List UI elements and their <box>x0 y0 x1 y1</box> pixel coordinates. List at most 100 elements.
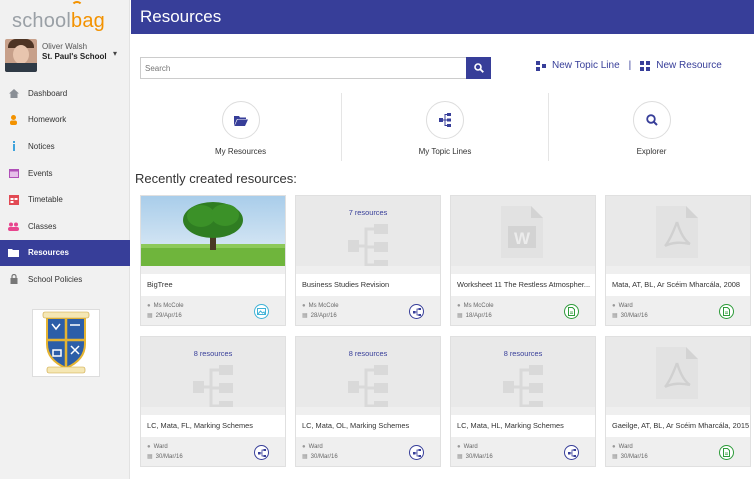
image-badge-icon[interactable] <box>254 304 269 319</box>
resource-count: 7 resources <box>348 208 388 217</box>
resource-card[interactable]: BigTree ● Ms McCole ▦ 29/Apr/16 <box>140 195 286 326</box>
user-menu[interactable]: Oliver Walsh St. Paul's School ▾ <box>5 39 125 73</box>
search-icon <box>473 63 484 73</box>
sidebar-item-label: Resources <box>28 248 69 258</box>
user-name: Oliver Walsh <box>42 42 88 51</box>
timetable-icon <box>8 194 19 205</box>
search-button[interactable] <box>466 57 491 79</box>
quick-link-my-resources[interactable]: My Resources <box>140 93 341 161</box>
document-badge-icon[interactable] <box>719 445 734 460</box>
resource-title[interactable]: Mata, AT, BL, Ar Scéim Mharcála, 2008 <box>606 274 750 296</box>
quick-links: My Resources My Topic Lines Explorer <box>140 93 754 161</box>
topic-line-badge-icon[interactable] <box>409 445 424 460</box>
resource-date: 30/Mar/16 <box>620 313 648 319</box>
resource-meta: ● Ms McCole ▦ 29/Apr/16 <box>147 301 184 321</box>
page-header: Resources <box>131 0 754 34</box>
resource-meta: ● Ms McCole ▦ 18/Apr/16 <box>457 301 494 321</box>
resource-card[interactable]: Mata, AT, BL, Ar Scéim Mharcála, 2008 ● Wa… <box>605 195 751 326</box>
user-icon: ● <box>612 444 616 450</box>
new-topic-line-button[interactable]: New Topic Line <box>536 60 620 71</box>
resource-author: Ms McCole <box>308 303 339 309</box>
resource-meta: ● Ward ▦ 30/Mar/16 <box>612 301 648 321</box>
folder-open-icon <box>221 101 260 139</box>
resource-card[interactable]: 8 resources LC, Mata, FL, Marking Schemes… <box>140 336 286 467</box>
page-title: Resources <box>140 7 222 26</box>
calendar-icon: ▦ <box>147 454 153 460</box>
sidebar-item-resources[interactable]: Resources <box>0 239 130 267</box>
resource-title[interactable]: Worksheet 11 The Restless Atmospher... <box>451 274 595 296</box>
person-icon <box>8 114 19 125</box>
topic-tree-icon <box>193 365 233 407</box>
resource-count: 8 resources <box>193 349 233 358</box>
actions-separator: | <box>628 60 632 71</box>
sidebar-item-school-policies[interactable]: School Policies <box>0 266 130 293</box>
resource-title[interactable]: BigTree <box>141 274 285 296</box>
section-title: Recently created resources: <box>135 171 297 186</box>
resource-title[interactable]: LC, Mata, OL, Marking Schemes <box>296 415 440 437</box>
quick-link-explorer[interactable]: Explorer <box>549 93 754 161</box>
sidebar-item-label: Events <box>28 168 53 178</box>
quick-link-label: Explorer <box>636 147 667 156</box>
sidebar-nav: Dashboard Homework Notices Events Timeta… <box>0 80 130 293</box>
resource-count: 8 resources <box>348 349 388 358</box>
resource-meta: ● Ward ▦ 30/Mar/16 <box>457 442 493 462</box>
sidebar-item-homework[interactable]: Homework <box>0 107 130 134</box>
resource-card[interactable]: 8 resources LC, Mata, OL, Marking Schemes… <box>295 336 441 467</box>
resource-card[interactable]: 7 resources Business Studies Revision ● Ms … <box>295 195 441 326</box>
topic-line-thumbnail: 8 resources <box>451 337 595 407</box>
resource-meta: ● Ward ▦ 30/Mar/16 <box>302 442 338 462</box>
resource-card[interactable]: W Worksheet 11 The Restless Atmospher... ●… <box>450 195 596 326</box>
app-root: schoolb ag Oliver Walsh St. Paul's School… <box>0 0 754 479</box>
resource-author: Ward <box>153 444 168 450</box>
sidebar-item-classes[interactable]: Classes <box>0 213 130 240</box>
resource-card[interactable]: 8 resources LC, Mata, HL, Marking Schemes… <box>450 336 596 467</box>
resource-author: Ward <box>308 444 323 450</box>
grid-icon <box>640 60 651 71</box>
quick-link-my-topic-lines[interactable]: My Topic Lines <box>342 93 548 161</box>
topic-line-badge-icon[interactable] <box>409 304 424 319</box>
calendar-icon <box>8 168 19 179</box>
document-badge-icon[interactable] <box>564 304 579 319</box>
topic-line-badge-icon[interactable] <box>254 445 269 460</box>
topic-line-thumbnail: 8 resources <box>296 337 440 407</box>
school-crest-logo <box>32 309 100 377</box>
schoolbag-logo[interactable]: schoolb ag <box>12 1 105 34</box>
sidebar-item-notices[interactable]: Notices <box>0 133 130 160</box>
new-topic-line-label: New Topic Line <box>552 60 620 71</box>
chevron-down-icon[interactable]: ▾ <box>113 49 117 58</box>
sidebar-item-events[interactable]: Events <box>0 160 130 187</box>
document-badge-icon[interactable] <box>719 304 734 319</box>
sidebar-item-label: Timetable <box>28 195 63 205</box>
resource-title[interactable]: LC, Mata, HL, Marking Schemes <box>451 415 595 437</box>
calendar-icon: ▦ <box>302 313 308 319</box>
user-icon: ● <box>147 444 151 450</box>
topic-line-thumbnail: 7 resources <box>296 196 440 266</box>
topic-tree-icon <box>426 101 464 139</box>
resource-title[interactable]: LC, Mata, FL, Marking Schemes <box>141 415 285 437</box>
topic-line-badge-icon[interactable] <box>564 445 579 460</box>
resource-title[interactable]: Gaeilge, AT, BL, Ar Scéim Mharcála, 2015 <box>606 415 750 437</box>
svg-text:W: W <box>514 229 531 248</box>
sidebar: schoolb ag Oliver Walsh St. Paul's School… <box>0 0 130 479</box>
sidebar-item-timetable[interactable]: Timetable <box>0 186 130 213</box>
search-input[interactable] <box>140 57 466 79</box>
new-resource-button[interactable]: New Resource <box>640 60 722 71</box>
sidebar-item-dashboard[interactable]: Dashboard <box>0 80 130 107</box>
resource-card[interactable]: Gaeilge, AT, BL, Ar Scéim Mharcála, 2015… <box>605 336 751 467</box>
folder-icon <box>8 248 19 258</box>
user-icon: ● <box>147 303 151 309</box>
topic-line-icon <box>536 60 546 71</box>
resource-author: Ms McCole <box>463 303 494 309</box>
resource-author: Ward <box>618 444 633 450</box>
topic-line-thumbnail: 8 resources <box>141 337 285 407</box>
avatar <box>5 39 37 72</box>
resource-title[interactable]: Business Studies Revision <box>296 274 440 296</box>
user-icon: ● <box>612 303 616 309</box>
pdf-file-icon <box>656 206 698 263</box>
resource-date: 30/Mar/16 <box>155 454 183 460</box>
resource-date: 30/Mar/16 <box>465 454 493 460</box>
calendar-icon: ▦ <box>457 454 463 460</box>
quick-link-label: My Resources <box>214 147 267 156</box>
resource-actions: New Topic Line | New Resource <box>536 60 722 71</box>
resource-date: 28/Apr/16 <box>310 313 337 319</box>
